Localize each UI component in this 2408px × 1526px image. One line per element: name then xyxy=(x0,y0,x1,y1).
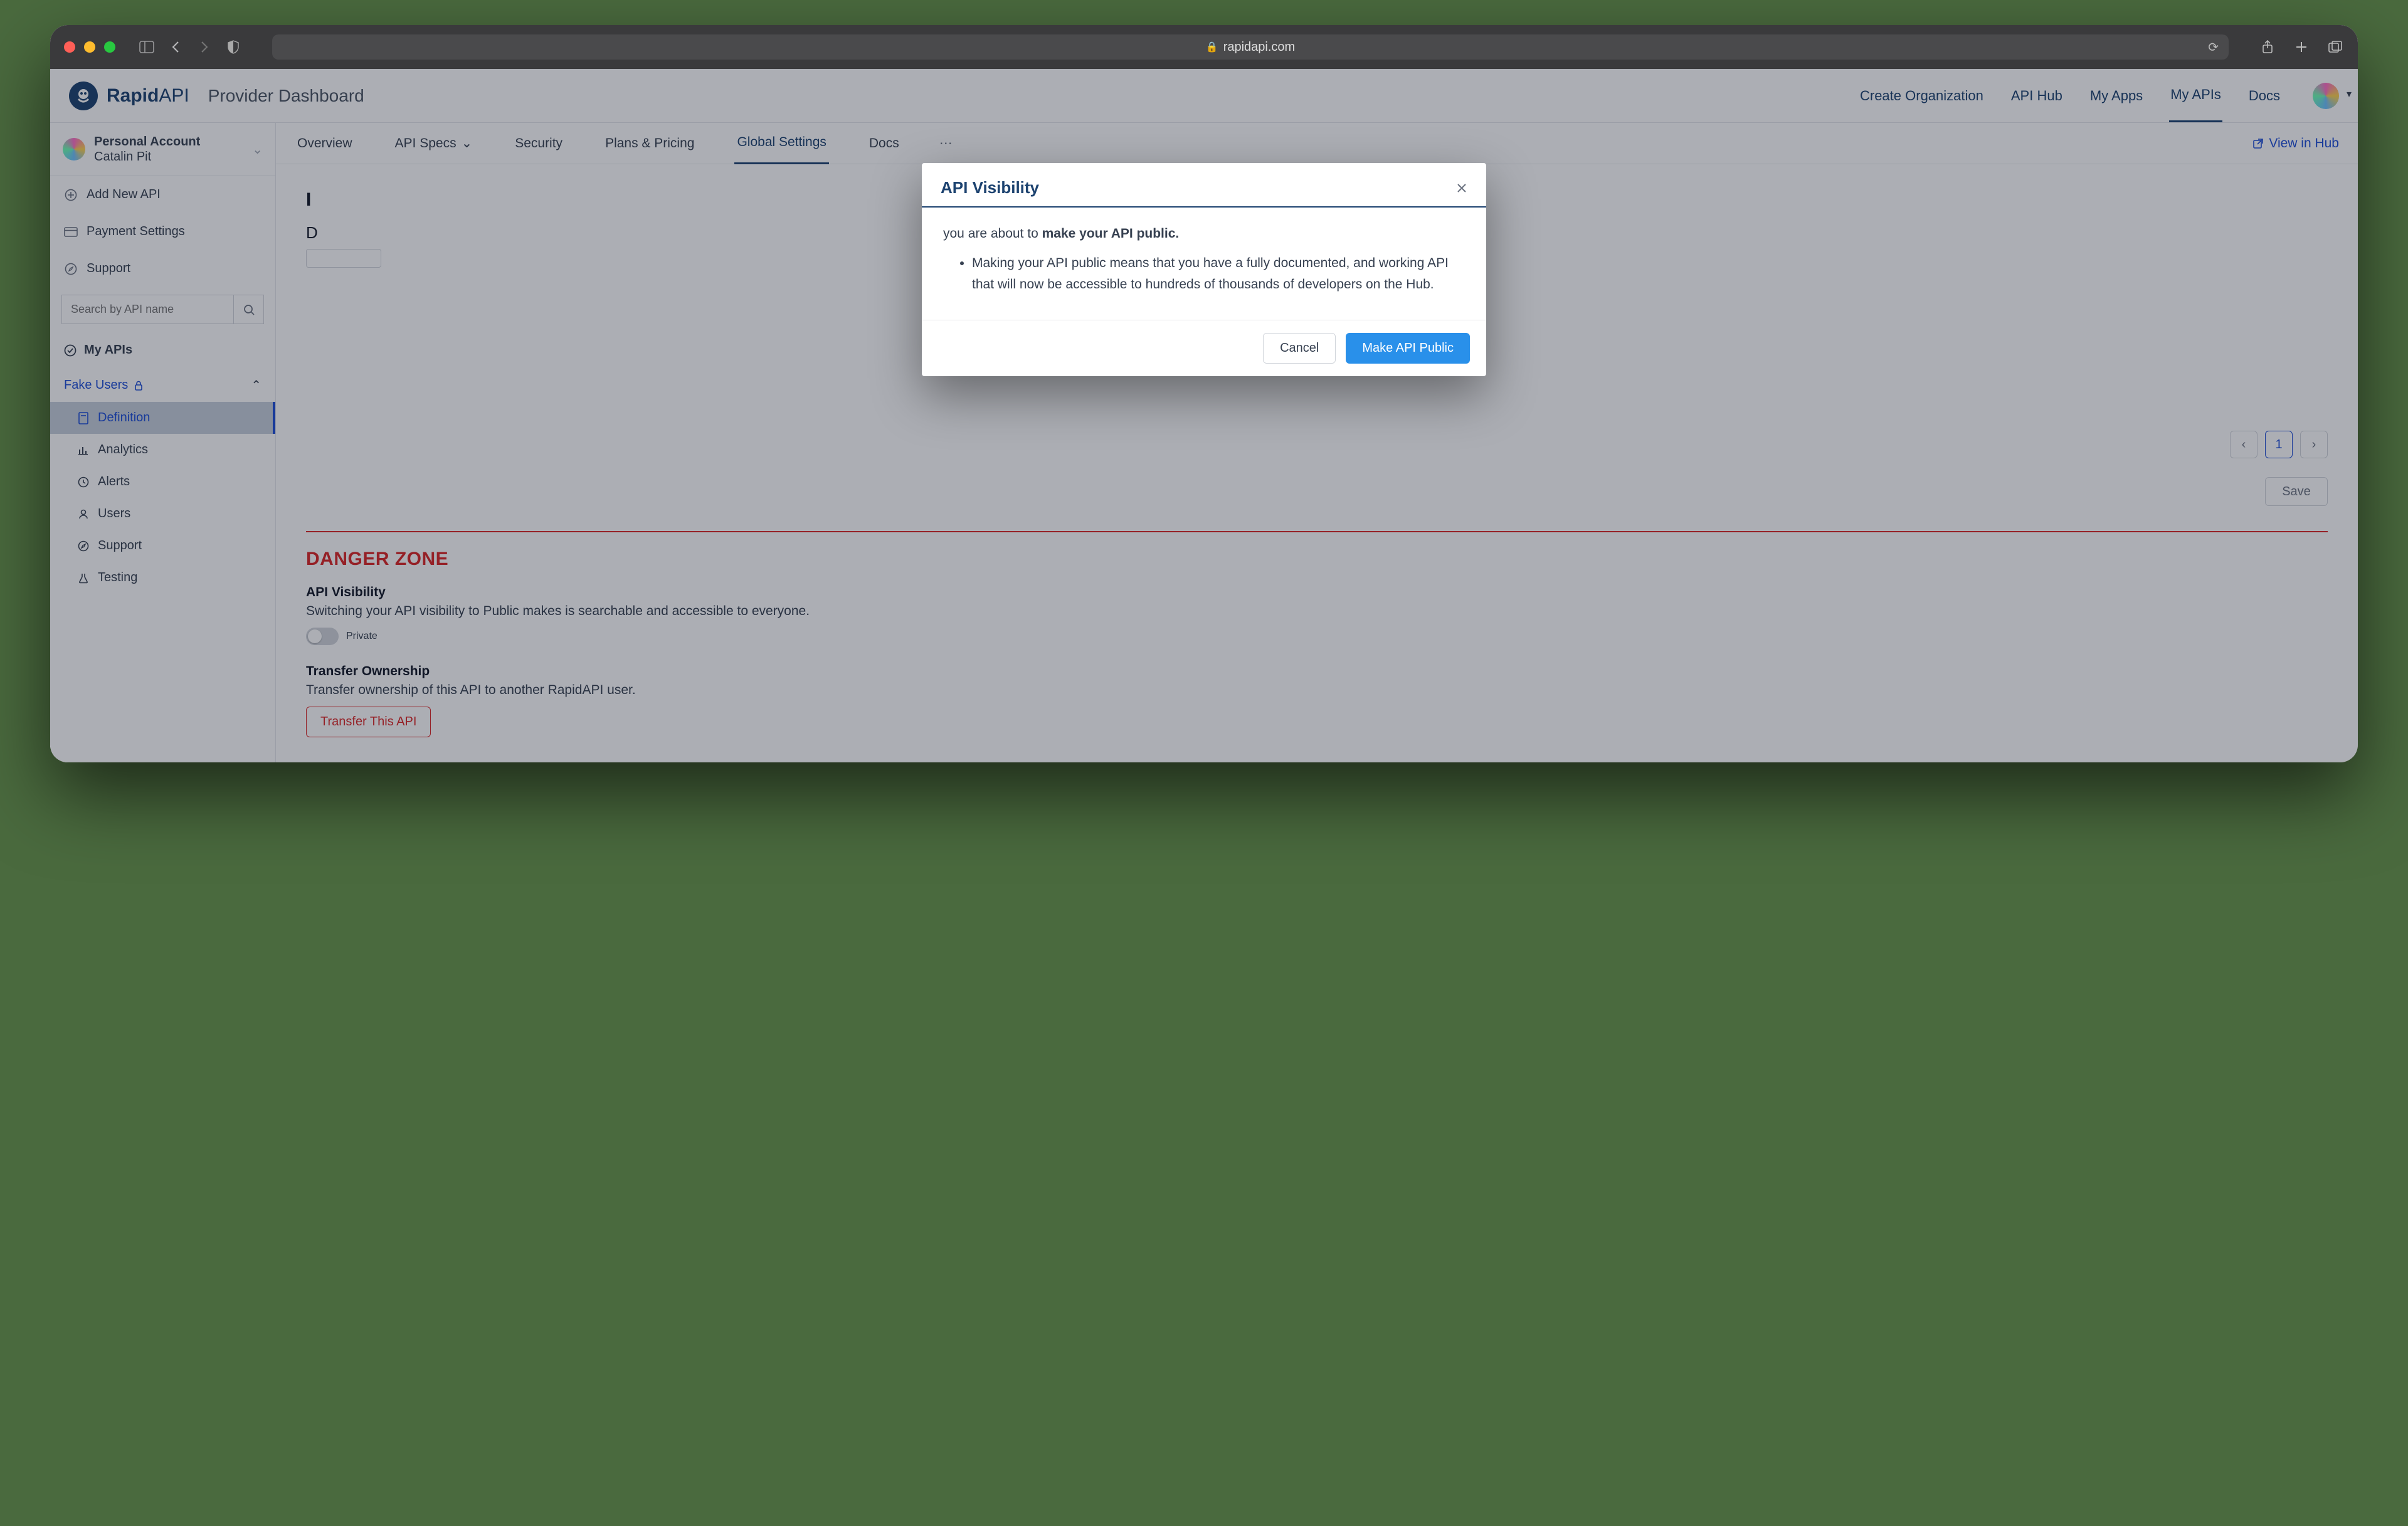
cancel-button[interactable]: Cancel xyxy=(1263,333,1336,364)
lock-icon: 🔒 xyxy=(1206,41,1218,53)
new-tab-icon[interactable] xyxy=(2293,38,2310,56)
browser-toolbar: 🔒 rapidapi.com ⟳ xyxy=(50,25,2358,69)
close-window-button[interactable] xyxy=(64,41,75,53)
window-controls xyxy=(64,41,115,53)
browser-window: 🔒 rapidapi.com ⟳ RapidAPI Provider xyxy=(50,25,2358,762)
sidebar-toggle-icon[interactable] xyxy=(138,38,156,56)
tab-overview-icon[interactable] xyxy=(2326,38,2344,56)
address-bar[interactable]: 🔒 rapidapi.com ⟳ xyxy=(272,34,2229,60)
modal-bullet: Making your API public means that you ha… xyxy=(972,253,1465,295)
reload-icon[interactable]: ⟳ xyxy=(2208,39,2219,55)
nav-forward-button[interactable] xyxy=(196,38,213,56)
modal-scrim[interactable]: API Visibility you are about to make you… xyxy=(50,69,2358,762)
minimize-window-button[interactable] xyxy=(84,41,95,53)
maximize-window-button[interactable] xyxy=(104,41,115,53)
make-public-button[interactable]: Make API Public xyxy=(1346,333,1470,364)
privacy-shield-icon[interactable] xyxy=(224,38,242,56)
api-visibility-modal: API Visibility you are about to make you… xyxy=(922,163,1486,376)
modal-title: API Visibility xyxy=(941,178,1039,197)
browser-menu-right xyxy=(2259,38,2344,56)
nav-back-button[interactable] xyxy=(167,38,184,56)
share-icon[interactable] xyxy=(2259,38,2276,56)
modal-lead: you are about to make your API public. xyxy=(943,226,1465,241)
modal-close-button[interactable] xyxy=(1456,182,1467,194)
address-text: rapidapi.com xyxy=(1223,40,1296,55)
close-icon xyxy=(1456,182,1467,194)
